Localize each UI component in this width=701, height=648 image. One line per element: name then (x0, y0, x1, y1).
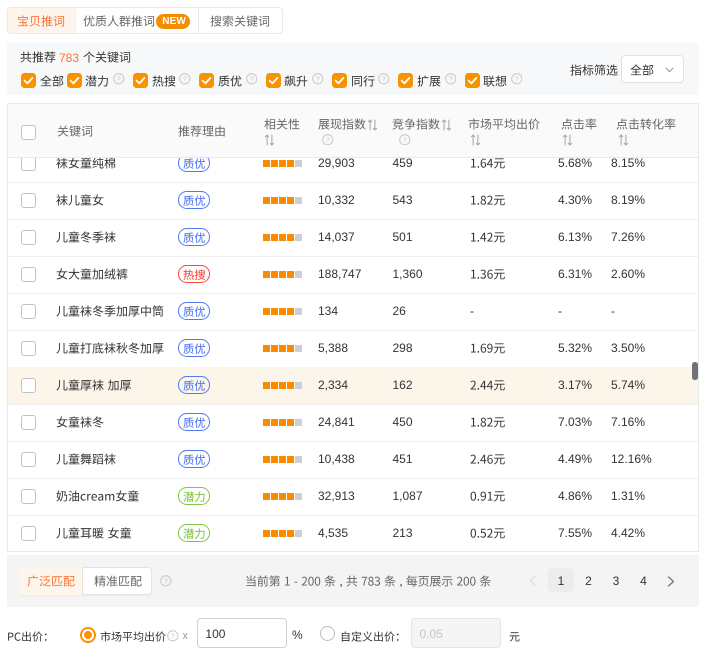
svg-text:?: ? (448, 75, 452, 84)
svg-text:?: ? (515, 75, 519, 84)
svg-text:?: ? (249, 75, 253, 84)
svg-text:?: ? (403, 135, 407, 144)
svg-text:?: ? (382, 75, 386, 84)
svg-text:?: ? (164, 576, 168, 585)
svg-text:?: ? (326, 135, 330, 144)
svg-text:?: ? (183, 75, 187, 84)
svg-text:?: ? (117, 75, 121, 84)
svg-text:?: ? (316, 75, 320, 84)
svg-text:?: ? (171, 632, 175, 641)
